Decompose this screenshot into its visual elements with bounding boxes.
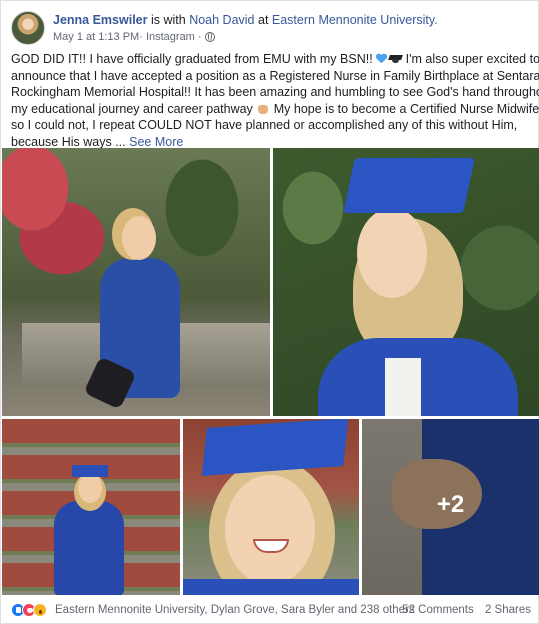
shares-count-link[interactable]: 2 Shares (485, 604, 531, 616)
post-text-line: Rockingham Memorial Hospital!! It has be… (11, 85, 539, 99)
post-text-line: so I could not, I repeat COULD NOT have … (11, 118, 518, 132)
author-avatar[interactable] (11, 11, 45, 45)
graduation-cap (72, 465, 108, 477)
post-timestamp[interactable]: May 1 at 1:13 PM (53, 31, 139, 43)
face (225, 475, 315, 585)
face (357, 208, 427, 298)
reactors-link[interactable]: Eastern Mennonite University, Dylan Grov… (55, 604, 415, 616)
blue-gown (183, 579, 359, 595)
blue-heart-icon (376, 54, 387, 64)
with-text: is with (147, 13, 190, 27)
comments-count-link[interactable]: 52 Comments (402, 604, 474, 616)
blue-gown (54, 501, 124, 595)
white-shirt (385, 358, 421, 416)
face (78, 473, 102, 503)
post-text-segment: GOD DID IT!! I have officially graduated… (11, 52, 377, 66)
post-text-line: GOD DID IT!! I have officially graduated… (11, 51, 539, 68)
globe-icon[interactable] (204, 32, 215, 42)
post-text-segment: My hope is to become a Certified Nurse M… (270, 101, 539, 116)
post-source: · Instagram · (139, 31, 202, 43)
post-meta: May 1 at 1:13 PM · Instagram · (53, 31, 215, 43)
post-header: Jenna Emswiler is with Noah David at Eas… (11, 11, 531, 45)
photo-graduate-sitting-on-wall[interactable] (2, 148, 270, 416)
reaction-icons[interactable] (11, 603, 47, 617)
at-text: at (254, 13, 272, 27)
location-link[interactable]: Eastern Mennonite University. (272, 13, 438, 27)
face (122, 216, 156, 260)
post-header-line: Jenna Emswiler is with Noah David at Eas… (53, 13, 438, 27)
post-text-segment: because His ways ... (11, 134, 130, 149)
more-photos-count[interactable]: +2 (362, 491, 539, 519)
post-text-line: announce that I have accepted a position… (11, 68, 539, 83)
graduation-cap (201, 419, 349, 476)
tagged-person-link[interactable]: Noah David (189, 13, 254, 27)
post-text: GOD DID IT!! I have officially graduated… (11, 51, 539, 150)
raised-hands-icon (258, 104, 269, 114)
wow-icon (33, 603, 47, 617)
photo-graduate-on-steps[interactable] (2, 419, 180, 595)
post-footer: Eastern Mennonite University, Dylan Grov… (11, 601, 531, 619)
photo-graduate-portrait-profile[interactable] (273, 148, 539, 416)
post-stats: 52 Comments 2 Shares (394, 604, 531, 616)
photo-more-overlay[interactable]: +2 (362, 419, 539, 595)
post-text-segment: my educational journey and career pathwa… (11, 101, 257, 116)
facebook-post: Jenna Emswiler is with Noah David at Eas… (0, 0, 539, 624)
graduation-cap-icon (389, 54, 402, 64)
post-text-segment: I'm also super excited to (402, 52, 539, 66)
author-name-link[interactable]: Jenna Emswiler (53, 13, 148, 27)
see-more-link[interactable]: See More (129, 135, 183, 149)
post-text-line: my educational journey and career pathwa… (11, 101, 539, 118)
photo-graduate-smiling[interactable] (183, 419, 359, 595)
graduation-cap (343, 158, 475, 213)
